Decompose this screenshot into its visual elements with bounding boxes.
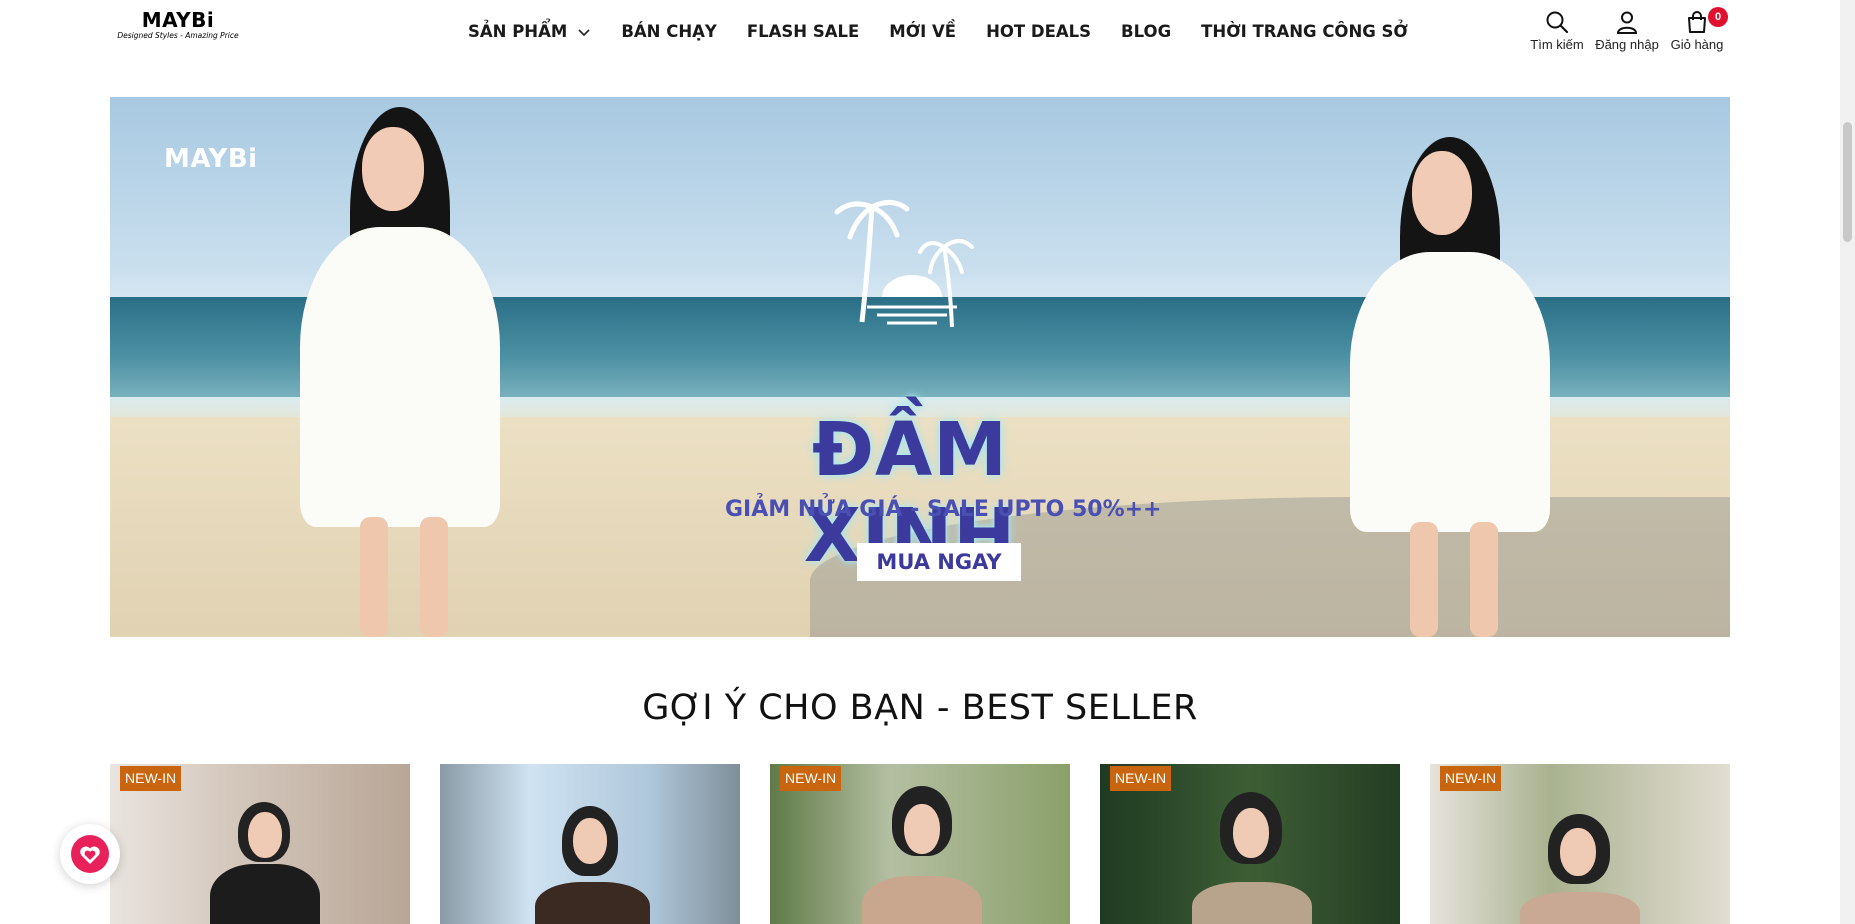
product-grid: NEW-IN NEW-IN NEW-IN NEW-IN: [110, 764, 1730, 924]
hero-banner[interactable]: MAYBi ĐẦM XINH GIẢM NỬA GIÁ - SALE UPTO …: [110, 97, 1730, 637]
banner-model-left: [280, 107, 540, 637]
cart-button[interactable]: 0 Giỏ hàng: [1662, 7, 1732, 52]
product-card[interactable]: NEW-IN: [1100, 764, 1400, 924]
search-button[interactable]: Tìm kiếm: [1522, 10, 1592, 52]
scrollbar-thumb[interactable]: [1843, 122, 1852, 242]
brand-name: MAYBi: [141, 8, 215, 32]
search-label: Tìm kiếm: [1530, 37, 1584, 52]
banner-logo: MAYBi: [164, 144, 258, 174]
nav-item-new-arrivals[interactable]: MỚI VỀ: [889, 22, 956, 41]
section-title: GỢI Ý CHO BẠN - BEST SELLER: [642, 688, 1198, 728]
cart-label: Giỏ hàng: [1670, 37, 1724, 52]
nav-item-office-fashion[interactable]: THỜI TRANG CÔNG SỞ: [1201, 22, 1408, 41]
brand-tagline: Designed Styles - Amazing Price: [117, 31, 239, 40]
brand-logo[interactable]: MAYBi Designed Styles - Amazing Price: [116, 9, 240, 41]
product-card[interactable]: NEW-IN: [770, 764, 1070, 924]
user-icon: [1616, 11, 1638, 34]
cart-count-badge: 0: [1708, 7, 1728, 27]
login-label: Đăng nhập: [1595, 37, 1659, 52]
header-actions: Tìm kiếm Đăng nhập 0 Giỏ hàng: [1522, 7, 1732, 52]
new-in-badge: NEW-IN: [1110, 766, 1172, 791]
new-in-badge: NEW-IN: [120, 766, 182, 791]
nav-item-products[interactable]: SẢN PHẨM: [468, 22, 591, 41]
nav-item-best-selling[interactable]: BÁN CHẠY: [621, 22, 717, 41]
nav-item-label: SẢN PHẨM: [468, 22, 568, 41]
new-in-badge: NEW-IN: [1440, 766, 1502, 791]
heart-icon: [80, 846, 100, 864]
nav-item-blog[interactable]: BLOG: [1121, 22, 1171, 41]
product-card[interactable]: [440, 764, 740, 924]
search-icon: [1546, 11, 1569, 34]
page-scrollbar[interactable]: [1840, 0, 1855, 924]
product-image: [440, 764, 740, 924]
nav-item-hot-deals[interactable]: HOT DEALS: [986, 22, 1091, 41]
cart-icon: [1688, 11, 1706, 33]
palm-tree-illustration: [834, 200, 974, 328]
chevron-down-icon: [578, 28, 590, 36]
product-card[interactable]: NEW-IN: [110, 764, 410, 924]
new-in-badge: NEW-IN: [780, 766, 842, 791]
banner-subline: GIẢM NỬA GIÁ - SALE UPTO 50%++: [725, 497, 1162, 522]
wishlist-button[interactable]: [60, 824, 120, 884]
site-header: MAYBi Designed Styles - Amazing Price SẢ…: [0, 0, 1840, 72]
nav-item-flash-sale[interactable]: FLASH SALE: [747, 22, 859, 41]
shop-now-button[interactable]: MUA NGAY: [857, 543, 1021, 581]
login-button[interactable]: Đăng nhập: [1592, 10, 1662, 52]
main-nav: SẢN PHẨM BÁN CHẠY FLASH SALE MỚI VỀ HOT …: [468, 22, 1408, 41]
banner-model-right: [1340, 137, 1580, 637]
product-card[interactable]: NEW-IN: [1430, 764, 1730, 924]
